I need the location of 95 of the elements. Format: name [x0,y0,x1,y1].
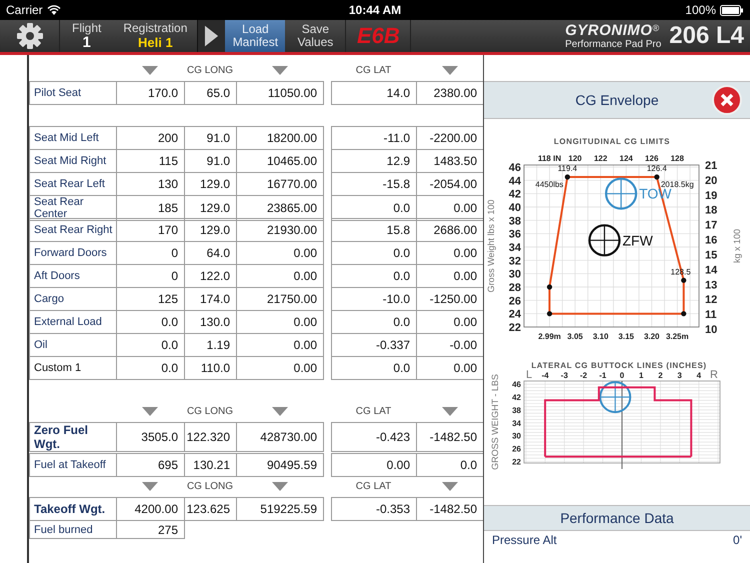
tick-label: 3.15 [618,332,634,341]
brand-name: GYRONIMO [565,22,652,38]
chart-title: LATERAL CG BUTTOCK LINES (INCHES) [531,361,707,370]
side-label: R [710,369,718,381]
clock-time: 10:44 AM [348,3,402,17]
column-heading: CG LONG [186,65,234,76]
tick-label: 34 [508,242,521,254]
axis-title: Gross Weight lbs x 100 [486,200,496,292]
tick-label: 26 [512,444,521,454]
column-heading: CG LONG [186,481,234,492]
tick-label: 4 [696,371,702,380]
tick-label: 3.05 [567,332,583,341]
tick-label: 128 [670,154,684,163]
tick-label: 19 [705,190,718,202]
tick-label: 18 [705,204,718,217]
tick-label: 30 [512,432,521,441]
registered-mark: ® [652,22,660,32]
row-label: Custom 1 [29,356,117,380]
point-label: 4450lbs [535,180,564,189]
column-heading: CG LAT [356,65,392,76]
tick-label: 2.99m [538,332,561,341]
tick-label: 16 [705,234,718,247]
tick-label: 22 [512,457,521,466]
axis-title: GROSS WEIGHT - LBS [490,374,500,470]
tick-label: 44 [508,175,521,188]
tick-label: 15 [705,249,718,262]
tick-label: 3.10 [592,332,608,341]
marker-label: ZFW [622,232,653,248]
tick-label: 12 [705,294,718,306]
tick-label: 0 [620,371,624,380]
tick-label: 20 [705,174,718,187]
tick-label: -4 [542,371,549,380]
tick-label: 122 [594,154,608,163]
tick-label: 36 [508,228,521,241]
row-label: Takeoff Wgt. [29,497,117,521]
tick-label: 11 [705,309,717,322]
tick-label: 120 [568,154,582,163]
tick-label: 3.25m [666,332,689,341]
row-label: Seat Rear Center [29,195,117,221]
point-label: 126.4 [646,164,667,173]
row-label: Seat Rear Right [29,218,117,242]
tick-label: 126 [645,154,658,163]
tick-label: 28 [508,282,521,294]
tick-label: 40 [508,202,521,214]
row-label: Pilot Seat [29,81,117,105]
tick-label: 1 [639,371,644,380]
section-title: Performance Data [560,510,674,526]
tick-label: 32 [508,255,521,268]
row-label: Fuel burned [29,520,117,539]
tick-label: 118 IN [538,154,562,163]
point-label: 2018.5kg [660,180,694,189]
tick-label: 3.20 [644,332,660,341]
tick-label: 3 [677,371,682,380]
tick-label: 30 [508,268,521,281]
flight-label: Flight [72,22,102,35]
tick-label: 26 [508,295,521,308]
battery-percent: 100% [685,3,716,17]
flight-number: 1 [82,35,91,50]
column-heading: CG LAT [356,406,392,417]
section-title: CG Envelope [575,92,659,108]
column-heading: CG LONG [186,406,234,417]
row-value: 0' [733,533,742,547]
carrier-name: Carrier [6,3,43,17]
tick-label: -1 [599,371,606,380]
side-label: L [526,369,532,381]
tick-label: 17 [705,220,718,232]
registration-value: Heli 1 [138,35,173,50]
tick-label: 38 [512,406,521,415]
tick-label: 2 [658,371,663,380]
brand-subtitle: Performance Pad Pro [565,38,662,50]
tick-label: 14 [705,264,718,276]
tick-label: 124 [620,154,633,163]
model-name: 206 L4 [668,21,745,51]
registration-label: Registration [123,22,188,35]
tick-label: -3 [560,371,568,380]
tick-label: -2 [580,371,588,380]
tick-label: 13 [705,279,718,292]
chart-title: LONGITUDINAL CG LIMITS [554,137,670,146]
tick-label: 42 [512,393,521,402]
tick-label: 46 [512,380,521,390]
point-label: 119.4 [558,164,578,173]
tick-label: 10 [705,324,718,336]
row-label: Zero Fuel Wgt. [29,422,117,452]
axis-title: kg x 100 [732,228,742,264]
tick-label: 21 [705,160,718,172]
tick-label: 46 [508,162,521,174]
row-label: Fuel at Takeoff [29,453,117,477]
tick-label: 22 [508,322,521,334]
tick-label: 42 [508,188,521,201]
tick-label: 34 [512,418,521,428]
column-heading: CG LAT [356,481,392,492]
row-label: Pressure Alt [492,533,557,547]
row-label: Seat Mid Left [29,126,117,150]
tick-label: 24 [508,308,521,321]
tick-label: 38 [508,215,521,228]
